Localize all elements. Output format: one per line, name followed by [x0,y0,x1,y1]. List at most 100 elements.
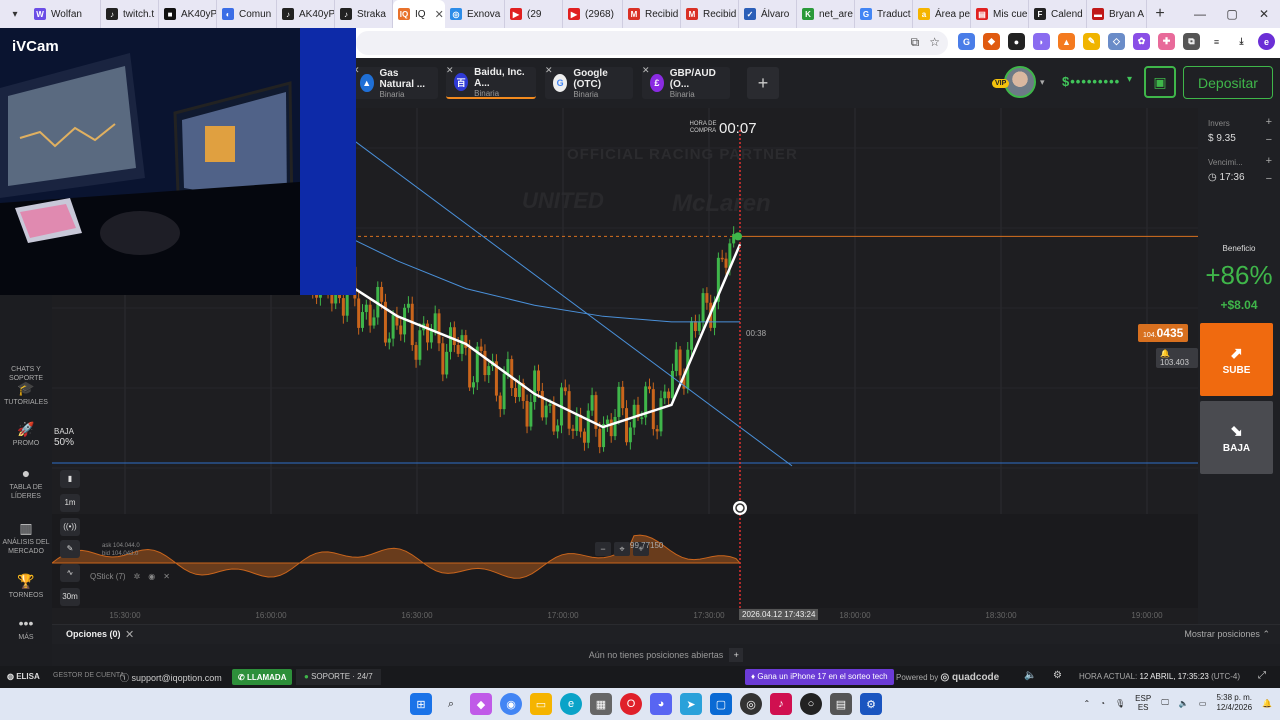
volume-icon[interactable]: 🔈 [1024,670,1036,681]
browser-tab[interactable]: ✓ Álvaro [739,0,797,28]
download-icon[interactable]: ⤓ [1233,33,1250,50]
asset-tab[interactable]: ✕ G Google (OTC) Binaria [545,65,633,99]
discord-icon[interactable]: ◕ [650,693,672,715]
close-icon[interactable]: ✕ [125,628,134,641]
browser-tab[interactable]: ◐ Comun [217,0,277,28]
browser-tab[interactable]: Knet_are [797,0,855,28]
close-window-button[interactable]: ✕ [1248,0,1280,28]
app-icon[interactable]: ○ [800,693,822,715]
tab-search-dropdown[interactable]: ▾ [3,3,27,25]
search-icon[interactable]: ⌕ [440,693,462,715]
settings-gear-icon[interactable]: ⚙ [1053,670,1062,681]
browser-tab[interactable]: M Recibid [623,0,681,28]
browser-tab[interactable]: W Wolfan [29,0,101,28]
close-icon[interactable]: ✕ [163,572,170,581]
decrease-button[interactable]: − [1266,173,1272,185]
browser-tab[interactable]: ◎ Exnova [445,0,505,28]
file-explorer-icon[interactable]: ▭ [530,693,552,715]
chevron-up-icon[interactable]: ⌃ [1083,699,1090,708]
indicators-icon[interactable]: ((•)) [60,518,80,536]
address-bar[interactable]: ⧉ ☆ [356,31,948,55]
sidebar-item[interactable]: 🏆 TORNEOS [0,574,52,600]
balance-display[interactable]: $••••••••• [1062,74,1120,89]
network-icon[interactable]: 🖵 [1161,698,1169,708]
investment-field[interactable]: Invers $ 9.35 + − [1200,112,1276,148]
edge-icon[interactable]: e [560,693,582,715]
bookmark-star-icon[interactable]: ☆ [929,35,940,50]
close-icon[interactable]: ✕ [545,65,553,76]
notifications-icon[interactable]: 🔔 [1262,699,1272,708]
expiry-field[interactable]: Vencimi... ◷ 17:36 + − [1200,151,1276,187]
browser-tab[interactable]: G Traduct [855,0,913,28]
settings-icon[interactable]: ✲ [134,572,141,581]
browser-tab[interactable]: F Calend [1029,0,1087,28]
browser-tab[interactable]: ♪ twitch.t [101,0,159,28]
expiry-value[interactable]: ◷ 17:36 [1208,172,1245,183]
support-status[interactable]: ● SOPORTE · 24/7 [296,669,381,685]
chevron-down-icon[interactable]: ▾ [1127,74,1132,85]
extension-icon[interactable]: ✎ [1083,33,1100,50]
steam-icon[interactable]: ◎ [740,693,762,715]
extensions-puzzle-icon[interactable]: ⧉ [1183,33,1200,50]
promo-banner[interactable]: ♦ Gana un iPhone 17 en el sorteo tech [745,669,894,685]
browser-tab[interactable]: IQ IQ ✕ [393,0,445,28]
sidebar-item[interactable]: CHATS Y SOPORTE [0,348,52,383]
calculator-icon[interactable]: ▤ [830,693,852,715]
minimize-button[interactable]: — [1184,0,1216,28]
sidebar-item[interactable]: ▥ ANÁLISIS DEL MERCADO [0,521,52,556]
sidebar-item[interactable]: 🎓 TUTORIALES [0,381,52,407]
new-tab-button[interactable]: + [1147,5,1173,23]
buy-up-button[interactable]: ⬈ SUBE [1200,323,1273,396]
browser-tab[interactable]: ▤ Mis cue [971,0,1029,28]
close-tab-icon[interactable]: ✕ [435,8,444,21]
obs-icon[interactable]: ◔ [1100,699,1105,708]
chrome-icon[interactable]: ◉ [500,693,522,715]
asset-tab[interactable]: ✕▲Gas Natural ...Binaria [352,65,438,99]
sidebar-item[interactable]: 🚀 PROMO [0,422,52,448]
language-indicator[interactable]: ESP ES [1135,694,1151,712]
tiktok-icon[interactable]: ♪ [770,693,792,715]
extension-icon[interactable]: ● [1008,33,1025,50]
browser-tab[interactable]: ♪ AK40yP [277,0,335,28]
chart-type-button[interactable]: ▮ [60,470,80,488]
alert-price-tag[interactable]: 🔔 103.403 [1156,348,1198,368]
chevron-down-icon[interactable]: ▾ [1040,77,1045,88]
add-asset-button[interactable]: + [747,67,779,99]
asset-tab[interactable]: ✕ 百 Baidu, Inc. A... Binaria [446,65,536,99]
windows-start-icon[interactable]: ⊞ [410,693,432,715]
extension-icon[interactable]: ✿ [1133,33,1150,50]
timeframe-button[interactable]: 1m [60,494,80,512]
translate-extension-icon[interactable]: G [958,33,975,50]
system-clock[interactable]: 5:38 p. m. 12/4/2026 [1216,693,1252,713]
profile-avatar-icon[interactable]: e [1258,33,1275,50]
add-position-button[interactable]: + [729,648,744,662]
sidebar-item[interactable]: ••• MÁS [0,616,52,642]
app-icon[interactable]: ▢ [710,693,732,715]
copilot-icon[interactable]: ◆ [470,693,492,715]
deposit-button[interactable]: Depositar [1183,66,1273,99]
reading-list-icon[interactable]: ≡ [1208,33,1225,50]
telegram-icon[interactable]: ➤ [680,693,702,715]
options-tab[interactable]: Opciones (0) [66,629,121,639]
zoom-out-button[interactable]: − [595,542,611,556]
fullscreen-icon[interactable]: ⤢ [1258,670,1266,681]
browser-tab[interactable]: ▶ (2968) [563,0,623,28]
period-button[interactable]: 30m [60,588,80,606]
opera-icon[interactable]: O [620,693,642,715]
browser-tab[interactable]: ▬ Bryan A [1087,0,1147,28]
support-email[interactable]: ⓘ support@iqoption.com [120,671,222,684]
app-icon[interactable]: ⚙ [860,693,882,715]
drawing-pencil-icon[interactable]: ✎ [60,540,80,558]
asset-tab[interactable]: ✕ £ GBP/AUD (O... Binaria [642,65,730,99]
wave-icon[interactable]: ∿ [60,564,80,582]
eye-icon[interactable]: ◉ [148,572,155,581]
account-manager-link[interactable]: GESTOR DE CUENTA [53,672,124,679]
decrease-button[interactable]: − [1266,134,1272,146]
mic-icon[interactable]: 🎙 [1115,699,1125,708]
close-icon[interactable]: ✕ [642,65,650,76]
browser-tab[interactable]: ♪ Straka [335,0,393,28]
install-app-icon[interactable]: ⧉ [911,35,920,50]
battery-icon[interactable]: ▭ [1199,699,1207,708]
increase-button[interactable]: + [1266,155,1272,167]
extension-icon[interactable]: ✚ [1158,33,1175,50]
